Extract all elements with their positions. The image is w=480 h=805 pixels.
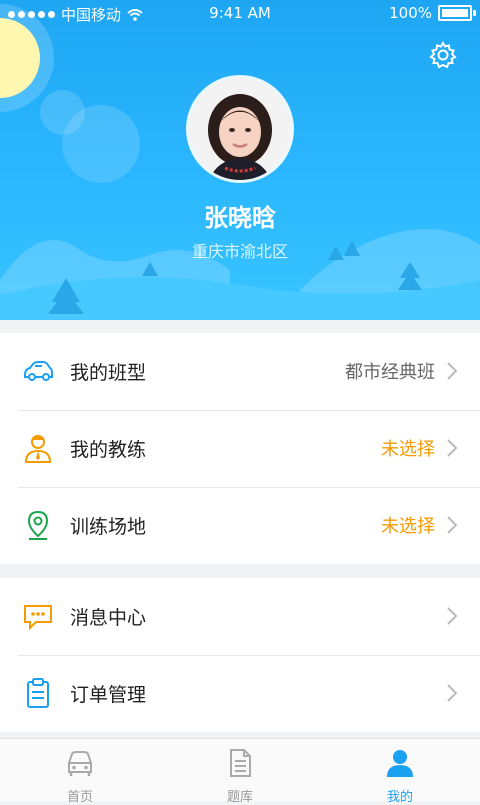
- tab-label: 我的: [386, 790, 413, 805]
- tab-label: 首页: [66, 790, 93, 805]
- tab-home[interactable]: 首页: [20, 745, 140, 805]
- battery-icon: [438, 5, 476, 21]
- avatar[interactable]: [189, 78, 291, 180]
- messages-orders-section: 消息中心 订单管理: [0, 578, 480, 732]
- menu-row-value: 未选择: [381, 516, 435, 537]
- menu-row-training-ground[interactable]: 训练场地 未选择: [0, 487, 480, 564]
- battery-percent: 100%: [389, 4, 432, 22]
- message-icon: [24, 605, 52, 631]
- menu-row-label: 我的教练: [70, 439, 147, 461]
- sun-decoration: [0, 18, 40, 98]
- menu-row-coach[interactable]: 我的教练 未选择: [0, 410, 480, 487]
- coach-icon: [24, 435, 52, 463]
- menu-row-messages[interactable]: 消息中心: [0, 578, 480, 655]
- car-icon: [24, 361, 53, 381]
- clipboard-icon: [27, 678, 49, 708]
- menu-row-orders[interactable]: 订单管理: [0, 655, 480, 732]
- chevron-right-icon: [447, 516, 458, 534]
- tab-mine[interactable]: 我的: [340, 745, 460, 805]
- user-location: 重庆市渝北区: [191, 242, 288, 261]
- chevron-right-icon: [447, 607, 458, 625]
- menu-row-label: 消息中心: [70, 607, 147, 629]
- chevron-right-icon: [447, 684, 458, 702]
- menu-row-label: 训练场地: [70, 516, 147, 538]
- bubble-decoration: [62, 105, 140, 183]
- menu-row-label: 我的班型: [70, 362, 147, 384]
- chevron-right-icon: [447, 362, 458, 380]
- menu-row-value: 都市经典班: [345, 362, 435, 383]
- bottom-tab-bar: 首页 题库 我的: [0, 738, 480, 805]
- menu-row-class-type[interactable]: 我的班型 都市经典班: [0, 333, 480, 410]
- menu-row-label: 订单管理: [70, 684, 147, 706]
- menu-row-value: 未选择: [381, 439, 435, 460]
- avatar-photo: [189, 78, 291, 180]
- location-pin-icon: [27, 510, 49, 540]
- chevron-right-icon: [447, 439, 458, 457]
- profile-settings-section: 我的班型 都市经典班 我的教练 未选择 训练场地 未选择: [0, 333, 480, 564]
- status-bar: 中国移动 9:41 AM 100%: [0, 0, 480, 28]
- profile-header: 中国移动 9:41 AM 100% 张晓晗 重庆市渝北区: [0, 0, 480, 320]
- settings-gear-icon[interactable]: [428, 40, 458, 70]
- tab-question-bank[interactable]: 题库: [180, 745, 300, 805]
- car-front-icon: [68, 751, 92, 776]
- tab-label: 题库: [226, 790, 253, 805]
- document-icon: [230, 749, 251, 777]
- user-name: 张晓晗: [204, 204, 276, 232]
- user-icon: [387, 750, 413, 777]
